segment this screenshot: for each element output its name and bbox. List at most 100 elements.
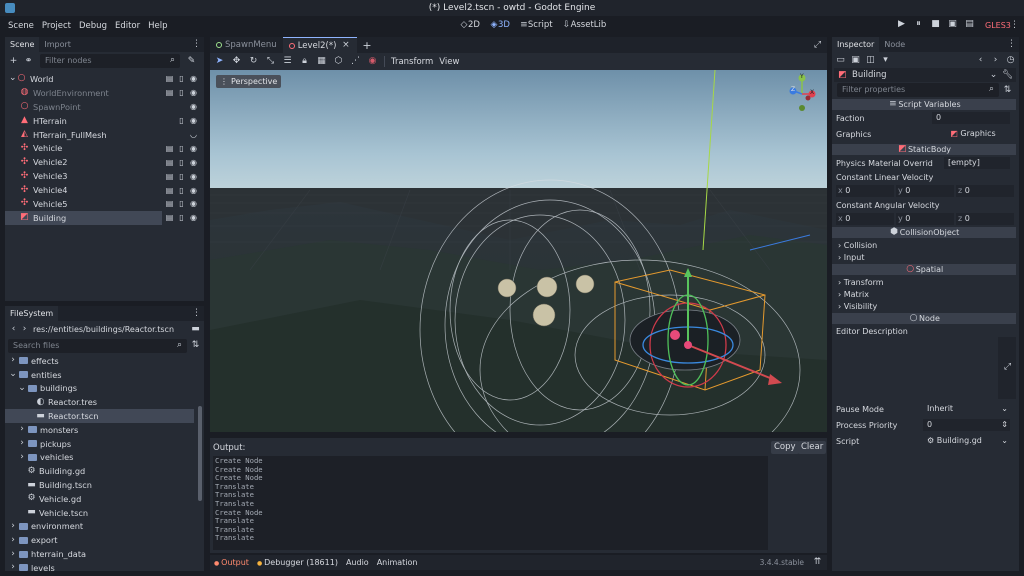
script-icon[interactable]: ▯ (177, 115, 186, 126)
filesystem-item[interactable]: › monsters (5, 423, 204, 437)
property-options-icon[interactable]: ⇅ (1002, 85, 1013, 96)
tab-audio[interactable]: Audio (346, 558, 369, 567)
scene-tree-item[interactable]: ✣ Vehicle4 ▤ ▯ ◉ (5, 183, 204, 197)
object-selector[interactable]: ◩ Building ⌄ 🔧︎ (834, 68, 1016, 82)
link-icon[interactable]: ⚭ (23, 56, 34, 67)
scene-tree-item[interactable]: ◍ WorldEnvironment ▤ ▯ ◉ (5, 86, 204, 100)
renderer-selector[interactable]: GLES3 (985, 21, 1011, 30)
scene-tree-item[interactable]: ◭ HTerrain_FullMesh ◡ (5, 128, 204, 142)
eye-icon[interactable]: ◉ (189, 171, 198, 182)
eye-icon[interactable]: ◉ (189, 101, 198, 112)
chevron-right-icon[interactable]: › (9, 535, 17, 546)
more-icon[interactable]: ⋮ (1009, 20, 1020, 31)
load-resource-icon[interactable]: ▣ (850, 55, 861, 66)
filesystem-item[interactable]: ⚙ Vehicle.gd (5, 492, 204, 506)
menu-debug[interactable]: Debug (79, 21, 107, 31)
history-icon[interactable]: ◷ (1005, 55, 1016, 66)
film-icon[interactable]: ▤ (165, 185, 174, 196)
scene-tree-item[interactable]: ◩ Building ▤ ▯ ◉ (5, 210, 197, 225)
scene-tab-spawnmenu[interactable]: SpawnMenu (210, 37, 283, 53)
save-resource-icon[interactable]: ◫ (865, 55, 876, 66)
graphics-nodepath-field[interactable]: ◩ Graphics (932, 128, 1010, 140)
tab-output[interactable]: ● Output (214, 558, 249, 567)
workspace-script-button[interactable]: ≡Script (520, 20, 552, 31)
linear-velocity-z[interactable]: z 0 (956, 185, 1014, 197)
section-staticbody[interactable]: ◩ StaticBody (832, 144, 1016, 155)
3d-viewport[interactable]: ⋮ Perspective Y X Z (210, 70, 827, 432)
filesystem-item[interactable]: ⌄ entities (5, 368, 204, 382)
chevron-right-icon[interactable]: › (18, 424, 26, 435)
filesystem-item[interactable]: ⌄ buildings (5, 382, 204, 396)
camera-override-icon[interactable]: ◉ (367, 56, 378, 67)
process-priority-field[interactable]: 0 ⇕ (923, 419, 1010, 431)
filesystem-path[interactable]: res://entities/buildings/Reactor.tscn (33, 325, 174, 334)
expand-panel-icon[interactable]: ⇈ (812, 557, 823, 568)
tab-animation[interactable]: Animation (377, 558, 418, 567)
view-gizmo[interactable]: Y X Z (788, 73, 820, 114)
physics-material-field[interactable]: [empty] (944, 157, 1010, 169)
script-field[interactable]: ⚙ Building.gd ⌄ (923, 435, 1010, 447)
filesystem-item[interactable]: › pickups (5, 437, 204, 451)
angular-velocity-x[interactable]: x 0 (836, 213, 894, 225)
distraction-free-icon[interactable]: ⤢ (812, 40, 823, 51)
eye-icon[interactable]: ◉ (189, 115, 198, 126)
new-resource-icon[interactable]: ▭ (835, 55, 846, 66)
linear-velocity-y[interactable]: y 0 (896, 185, 954, 197)
clear-button[interactable]: Clear (798, 441, 827, 454)
filesystem-item[interactable]: › hterrain_data (5, 547, 204, 561)
play-scene-icon[interactable]: ▣ (947, 19, 958, 30)
script-icon[interactable]: ▯ (177, 185, 186, 196)
script-icon[interactable]: ▯ (177, 157, 186, 168)
description-text-area[interactable] (835, 337, 997, 399)
play-custom-scene-icon[interactable]: ▤ (964, 19, 975, 30)
view-menu[interactable]: View (439, 57, 459, 67)
workspace-assetlib-button[interactable]: ⇩AssetLib (563, 20, 607, 31)
chevron-down-icon[interactable]: ⌄ (18, 383, 26, 394)
dock-menu-icon[interactable]: ⋮ (191, 39, 202, 50)
move-tool-icon[interactable]: ✥ (231, 56, 242, 67)
workspace-2d-button[interactable]: ◇2D (460, 20, 480, 31)
tab-scene[interactable]: Scene (5, 37, 40, 52)
attach-script-icon[interactable]: ✎ (186, 56, 197, 67)
output-log[interactable]: Create Node Create Node Create Node Transla… (213, 456, 768, 550)
scale-tool-icon[interactable]: ⤡ (265, 56, 276, 67)
filesystem-item[interactable]: ▬ Reactor.tscn (5, 409, 194, 423)
faction-field[interactable]: 0 (932, 112, 1010, 124)
chevron-down-icon[interactable]: ⌄ (9, 369, 17, 380)
editor-description-field[interactable]: ⤢ (835, 337, 1016, 399)
angular-velocity-y[interactable]: y 0 (896, 213, 954, 225)
chevron-right-icon[interactable]: › (18, 452, 26, 463)
local-space-icon[interactable]: ⬡ (333, 56, 344, 67)
menu-editor[interactable]: Editor (115, 21, 140, 31)
perspective-menu[interactable]: ⋮ Perspective (216, 75, 282, 88)
filesystem-item[interactable]: › levels (5, 561, 204, 575)
chevron-down-icon[interactable]: ⌄ (9, 73, 17, 84)
film-icon[interactable]: ▤ (165, 171, 174, 182)
chevron-right-icon[interactable]: › (18, 438, 26, 449)
chevron-right-icon[interactable]: › (9, 562, 17, 573)
angular-velocity-z[interactable]: z 0 (956, 213, 1014, 225)
search-files-input[interactable]: Search files ⌕ (8, 338, 187, 353)
filesystem-scrollbar[interactable] (198, 406, 202, 501)
script-icon[interactable]: ▯ (177, 143, 186, 154)
split-view-icon[interactable]: ▬ (190, 324, 201, 335)
list-select-icon[interactable]: ☰ (282, 56, 293, 67)
script-icon[interactable]: ▯ (177, 171, 186, 182)
section-node[interactable]: ○ Node (832, 313, 1016, 324)
object-menu-icon[interactable]: 🔧︎ (1002, 70, 1013, 81)
resource-tools-icon[interactable]: ▾ (880, 55, 891, 66)
forward-icon[interactable]: › (19, 324, 30, 335)
group-icon[interactable]: ▦ (316, 56, 327, 67)
filesystem-item[interactable]: ⚙ Building.gd (5, 464, 204, 478)
filesystem-item[interactable]: › environment (5, 520, 204, 534)
rotate-tool-icon[interactable]: ↻ (248, 56, 259, 67)
history-forward-icon[interactable]: › (990, 55, 1001, 66)
script-icon[interactable]: ▯ (177, 73, 186, 84)
close-icon[interactable]: × (340, 40, 351, 51)
filter-nodes-input[interactable]: Filter nodes ⌕ (40, 54, 180, 68)
play-icon[interactable]: ▶ (896, 19, 907, 30)
eye-icon[interactable]: ◉ (189, 198, 198, 209)
menu-project[interactable]: Project (42, 21, 71, 31)
scene-tree-item[interactable]: ○ SpawnPoint ◉ (5, 100, 204, 114)
linear-velocity-x[interactable]: x 0 (836, 185, 894, 197)
